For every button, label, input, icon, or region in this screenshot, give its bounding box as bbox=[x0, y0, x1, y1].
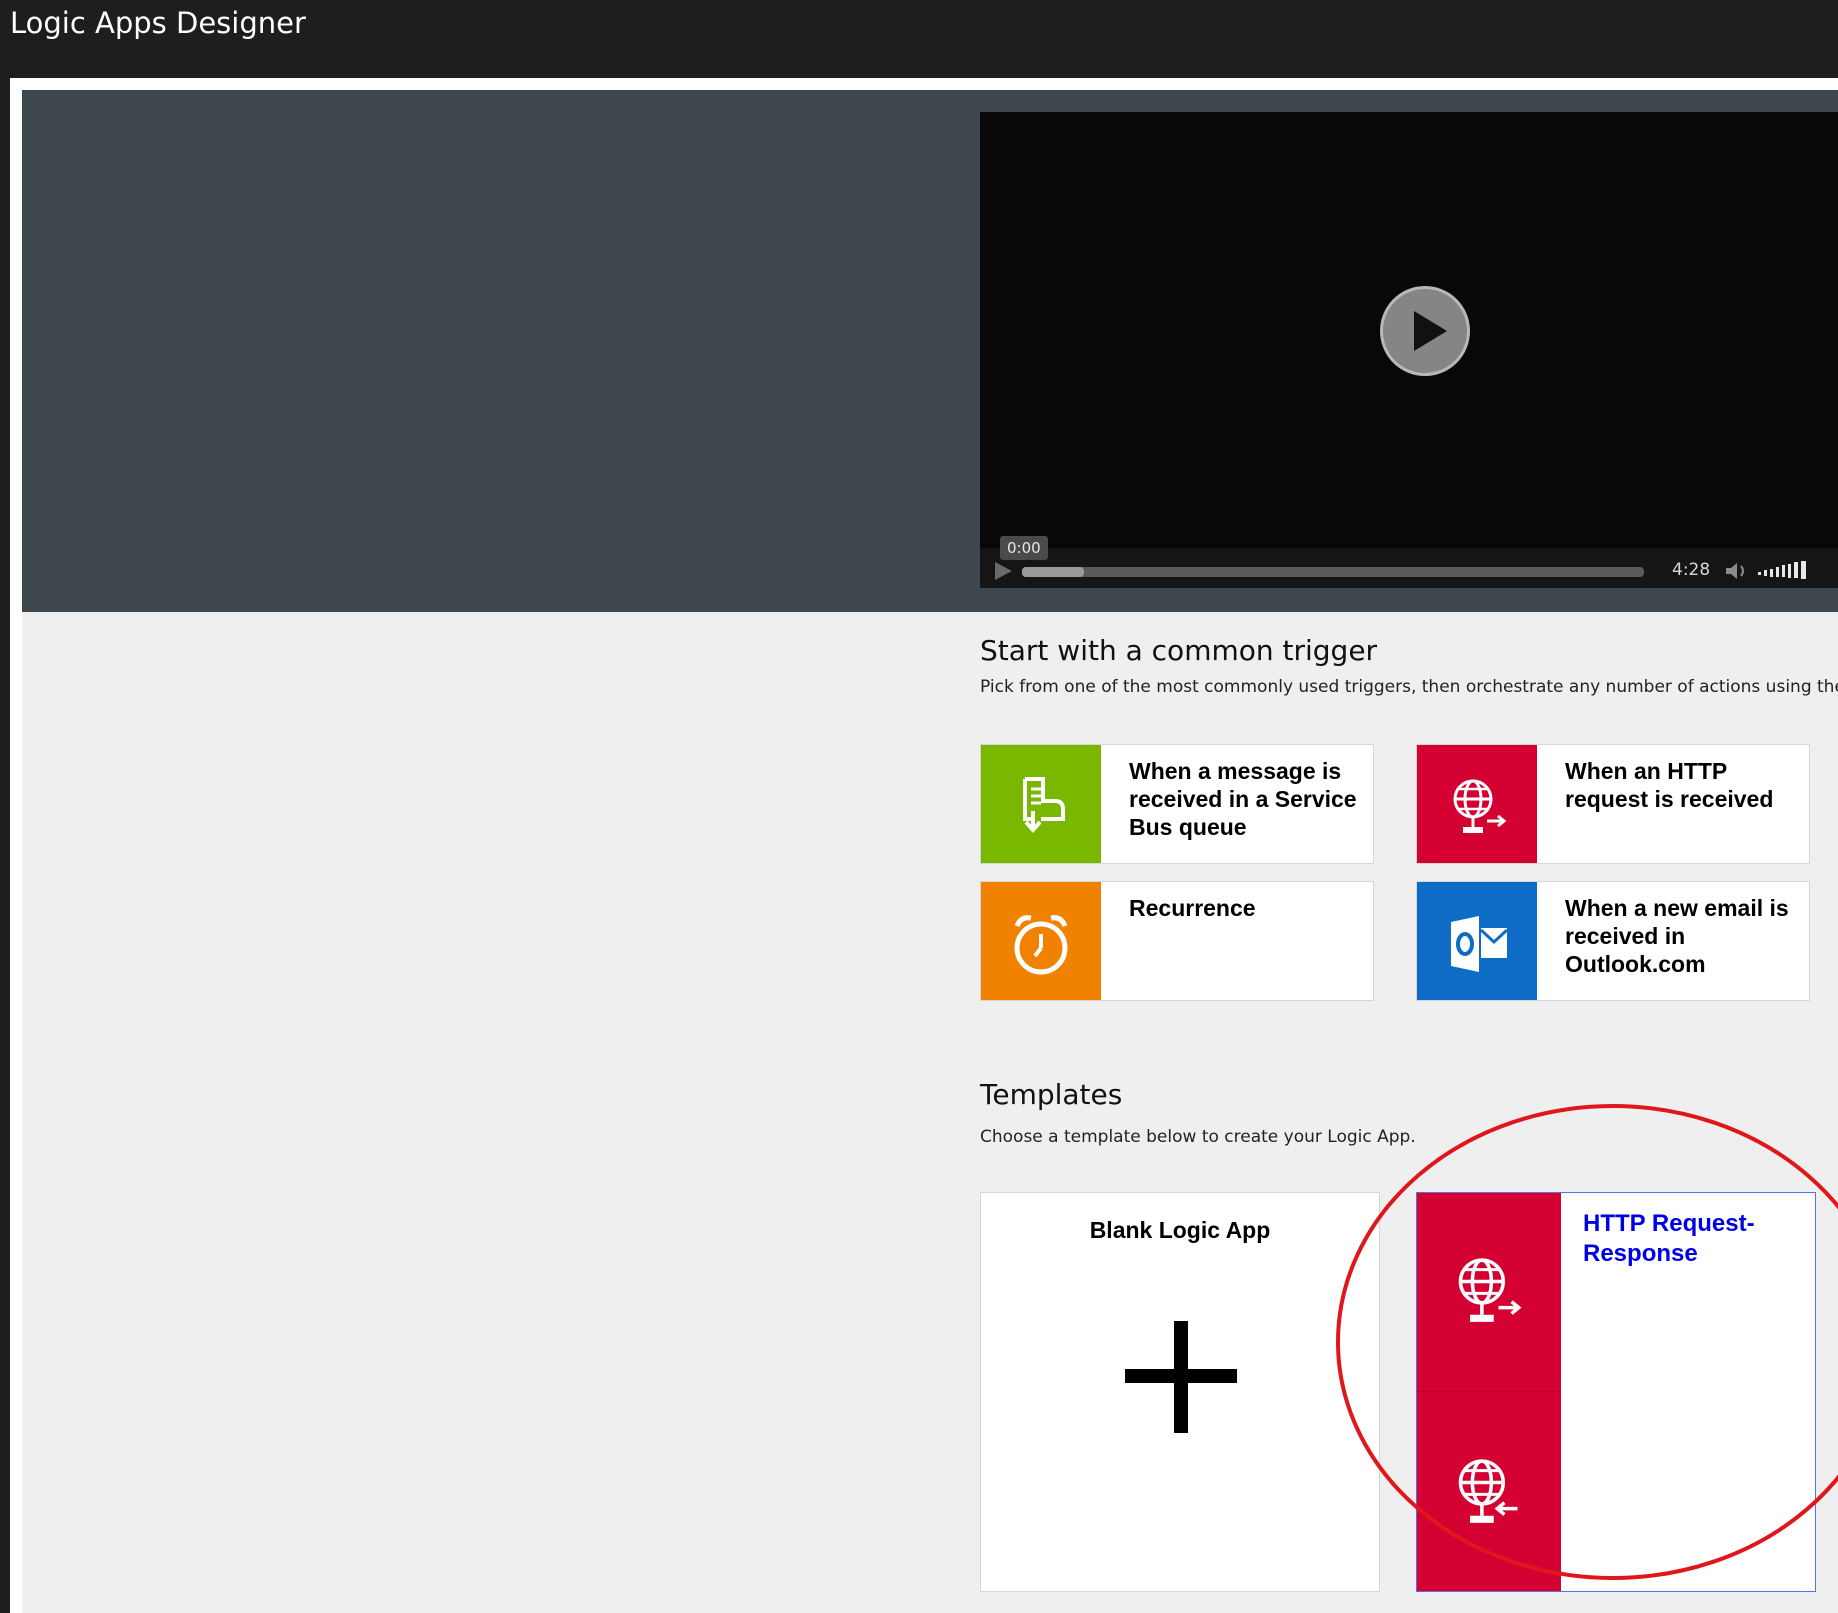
title-bar: Logic Apps Designer bbox=[0, 0, 1838, 78]
app-title: Logic Apps Designer bbox=[10, 6, 306, 40]
designer-content: 0:00 4:28 Start with a common trigger Pi… bbox=[22, 90, 1838, 1613]
trigger-tile-outlook bbox=[1417, 882, 1537, 1000]
trigger-tile-recurrence bbox=[981, 882, 1101, 1000]
trigger-label-recurrence: Recurrence bbox=[1129, 895, 1256, 921]
play-icon bbox=[1414, 311, 1447, 351]
trigger-label-service-bus: When a message is received in a Service … bbox=[1129, 758, 1357, 840]
http-request-icon bbox=[1458, 1258, 1522, 1322]
trigger-label-http-request: When an HTTP request is received bbox=[1565, 758, 1774, 812]
triggers-heading: Start with a common trigger bbox=[980, 634, 1378, 667]
control-play-icon[interactable] bbox=[992, 560, 1014, 582]
http-response-icon bbox=[1458, 1459, 1518, 1523]
hero-banner: 0:00 4:28 bbox=[22, 90, 1838, 612]
template-card-http-request-response[interactable]: HTTP Request-Response bbox=[1416, 1192, 1816, 1592]
play-video-button[interactable] bbox=[1380, 286, 1470, 376]
trigger-card-http-request[interactable]: When an HTTP request is received bbox=[1416, 744, 1810, 864]
template-label-blank: Blank Logic App bbox=[1089, 1217, 1271, 1243]
templates-heading: Templates bbox=[980, 1078, 1123, 1111]
current-time-tooltip: 0:00 bbox=[1000, 536, 1048, 560]
video-progress-fill bbox=[1022, 567, 1085, 577]
trigger-card-recurrence[interactable]: Recurrence bbox=[980, 881, 1374, 1001]
trigger-tile-service-bus bbox=[981, 745, 1101, 863]
video-controls: 0:00 4:28 bbox=[980, 536, 1838, 588]
http-request-icon bbox=[1453, 779, 1507, 833]
template-tile-response bbox=[1417, 1391, 1561, 1591]
volume-level-slider[interactable] bbox=[1758, 560, 1812, 580]
trigger-tile-http bbox=[1417, 745, 1537, 863]
service-bus-icon bbox=[1023, 777, 1065, 834]
trigger-card-outlook[interactable]: When a new email is received in Outlook.… bbox=[1416, 881, 1810, 1001]
template-tile-request bbox=[1417, 1193, 1561, 1391]
template-card-blank-logic-app[interactable]: Blank Logic App bbox=[980, 1192, 1380, 1592]
templates-description: Choose a template below to create your L… bbox=[980, 1127, 1416, 1147]
video-duration: 4:28 bbox=[1672, 560, 1711, 580]
trigger-label-outlook: When a new email is received in Outlook.… bbox=[1565, 895, 1789, 977]
template-label-http-request-response: HTTP Request-Response bbox=[1583, 1210, 1755, 1267]
alarm-clock-icon bbox=[1014, 915, 1068, 975]
video-progress-bar[interactable] bbox=[1022, 567, 1644, 577]
triggers-description: Pick from one of the most commonly used … bbox=[980, 677, 1838, 697]
trigger-card-service-bus[interactable]: When a message is received in a Service … bbox=[980, 744, 1374, 864]
intro-video-player[interactable]: 0:00 4:28 bbox=[980, 112, 1838, 588]
outlook-icon bbox=[1451, 916, 1509, 972]
volume-icon[interactable] bbox=[1724, 560, 1750, 582]
